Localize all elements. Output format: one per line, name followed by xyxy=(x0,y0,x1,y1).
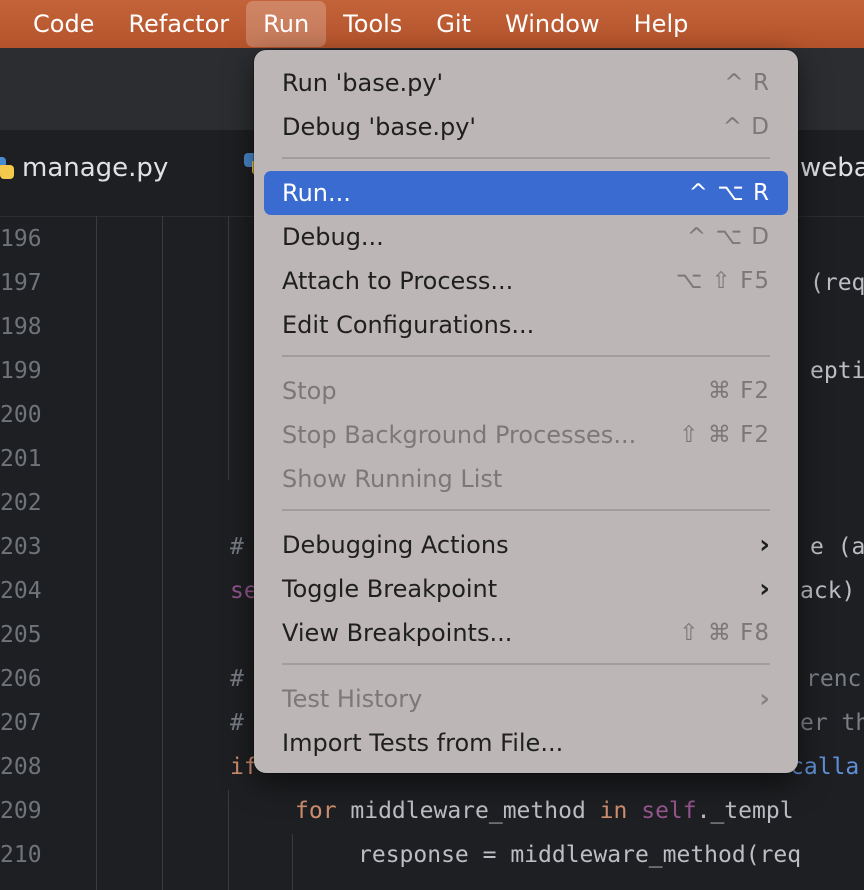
code-comment: # xyxy=(230,710,244,736)
tab-weba[interactable]: weba xyxy=(800,153,864,183)
menu-item-debugging-actions[interactable]: Debugging Actions › xyxy=(264,523,788,567)
line-number: 204 xyxy=(0,578,42,604)
menu-item-label: Stop xyxy=(282,377,337,405)
menu-item-shortcut: ⇧ ⌘ F2 xyxy=(679,422,770,448)
indent-guide xyxy=(228,216,229,480)
menu-tools[interactable]: Tools xyxy=(326,1,419,47)
menu-item-label: Run 'base.py' xyxy=(282,69,444,97)
code-fragment: ack) xyxy=(800,578,856,604)
line-number: 208 xyxy=(0,754,42,780)
menu-item-shortcut: ^ R xyxy=(724,70,770,96)
line-number: 202 xyxy=(0,490,42,516)
menu-bar: Code Refactor Run Tools Git Window Help xyxy=(0,0,864,48)
menu-item-label: Run... xyxy=(282,179,351,207)
menu-item-label: Import Tests from File... xyxy=(282,729,564,757)
menu-item-edit-configurations[interactable]: Edit Configurations... xyxy=(264,303,788,347)
code-keyword: for xyxy=(295,798,337,824)
menu-item-shortcut: ^ ⌥ D xyxy=(686,224,770,250)
menu-item-attach-to-process[interactable]: Attach to Process... ⌥ ⇧ F5 xyxy=(264,259,788,303)
menu-item-label: Stop Background Processes... xyxy=(282,421,637,449)
gutter-divider xyxy=(96,216,97,890)
python-file-icon xyxy=(0,157,14,179)
line-number: 201 xyxy=(0,446,42,472)
code-comment: # xyxy=(230,534,244,560)
menu-separator xyxy=(282,663,770,665)
menu-item-shortcut: ^ ⌥ R xyxy=(688,180,770,206)
menu-separator xyxy=(282,509,770,511)
line-number: 198 xyxy=(0,314,42,340)
line-number: 203 xyxy=(0,534,42,560)
code-comment: # xyxy=(230,666,244,692)
tab-manage-py[interactable]: manage.py xyxy=(0,153,168,183)
menu-item-label: Attach to Process... xyxy=(282,267,514,295)
menu-item-label: Toggle Breakpoint xyxy=(282,575,498,603)
menu-item-run-base[interactable]: Run 'base.py' ^ R xyxy=(264,61,788,105)
menu-item-import-tests[interactable]: Import Tests from File... xyxy=(264,721,788,765)
code-line-209: for middleware_method in self._templ xyxy=(295,798,794,824)
code-fragment: middleware_method xyxy=(336,798,600,824)
menu-item-debug[interactable]: Debug... ^ ⌥ D xyxy=(264,215,788,259)
line-number: 199 xyxy=(0,358,42,384)
menu-window[interactable]: Window xyxy=(488,1,617,47)
chevron-right-icon: › xyxy=(759,530,770,560)
code-self: self xyxy=(641,798,697,824)
menu-item-label: Debug... xyxy=(282,223,384,251)
tab-label: weba xyxy=(800,153,864,183)
menu-item-run[interactable]: Run... ^ ⌥ R xyxy=(264,171,788,215)
menu-item-test-history: Test History › xyxy=(264,677,788,721)
menu-item-debug-base[interactable]: Debug 'base.py' ^ D xyxy=(264,105,788,149)
menu-git[interactable]: Git xyxy=(419,1,488,47)
menu-item-label: Test History xyxy=(282,685,423,713)
menu-item-stop-background: Stop Background Processes... ⇧ ⌘ F2 xyxy=(264,413,788,457)
code-comment: renc xyxy=(806,666,862,692)
code-fragment: calla xyxy=(790,754,860,780)
line-number: 196 xyxy=(0,226,42,252)
menu-separator xyxy=(282,355,770,357)
menu-item-label: Show Running List xyxy=(282,465,503,493)
menu-item-stop: Stop ⌘ F2 xyxy=(264,369,788,413)
indent-guide xyxy=(162,216,163,890)
menu-run[interactable]: Run xyxy=(246,1,327,47)
menu-item-toggle-breakpoint[interactable]: Toggle Breakpoint › xyxy=(264,567,788,611)
menu-item-shortcut: ^ D xyxy=(722,114,770,140)
menu-item-label: Debug 'base.py' xyxy=(282,113,477,141)
menu-item-shortcut: ⌘ F2 xyxy=(707,378,770,404)
menu-help[interactable]: Help xyxy=(617,1,706,47)
indent-guide xyxy=(292,834,293,890)
line-number: 210 xyxy=(0,842,42,868)
chevron-right-icon: › xyxy=(759,684,770,714)
menu-code[interactable]: Code xyxy=(0,1,111,47)
run-menu-dropdown: Run 'base.py' ^ R Debug 'base.py' ^ D Ru… xyxy=(254,50,798,773)
code-fragment: (requ xyxy=(810,270,864,296)
line-number: 209 xyxy=(0,798,42,824)
code-fragment: ._templ xyxy=(696,798,794,824)
menu-item-label: Edit Configurations... xyxy=(282,311,535,339)
menu-item-view-breakpoints[interactable]: View Breakpoints... ⇧ ⌘ F8 xyxy=(264,611,788,655)
chevron-right-icon: › xyxy=(759,574,770,604)
menu-refactor[interactable]: Refactor xyxy=(111,1,246,47)
code-keyword: in xyxy=(599,798,628,824)
menu-item-label: View Breakpoints... xyxy=(282,619,513,647)
menu-item-show-running-list: Show Running List xyxy=(264,457,788,501)
line-number: 197 xyxy=(0,270,42,296)
code-comment: er th xyxy=(800,710,864,736)
tab-label: manage.py xyxy=(22,153,169,183)
indent-guide xyxy=(228,790,229,890)
code-fragment: eptic xyxy=(810,358,864,384)
code-line-210: response = middleware_method(req xyxy=(358,842,802,868)
code-fragment: e (a xyxy=(810,534,864,560)
menu-separator xyxy=(282,157,770,159)
line-number: 205 xyxy=(0,622,42,648)
line-number: 200 xyxy=(0,402,42,428)
line-number: 207 xyxy=(0,710,42,736)
menu-item-shortcut: ⌥ ⇧ F5 xyxy=(675,268,770,294)
menu-item-label: Debugging Actions xyxy=(282,531,509,559)
menu-item-shortcut: ⇧ ⌘ F8 xyxy=(679,620,770,646)
line-number: 206 xyxy=(0,666,42,692)
